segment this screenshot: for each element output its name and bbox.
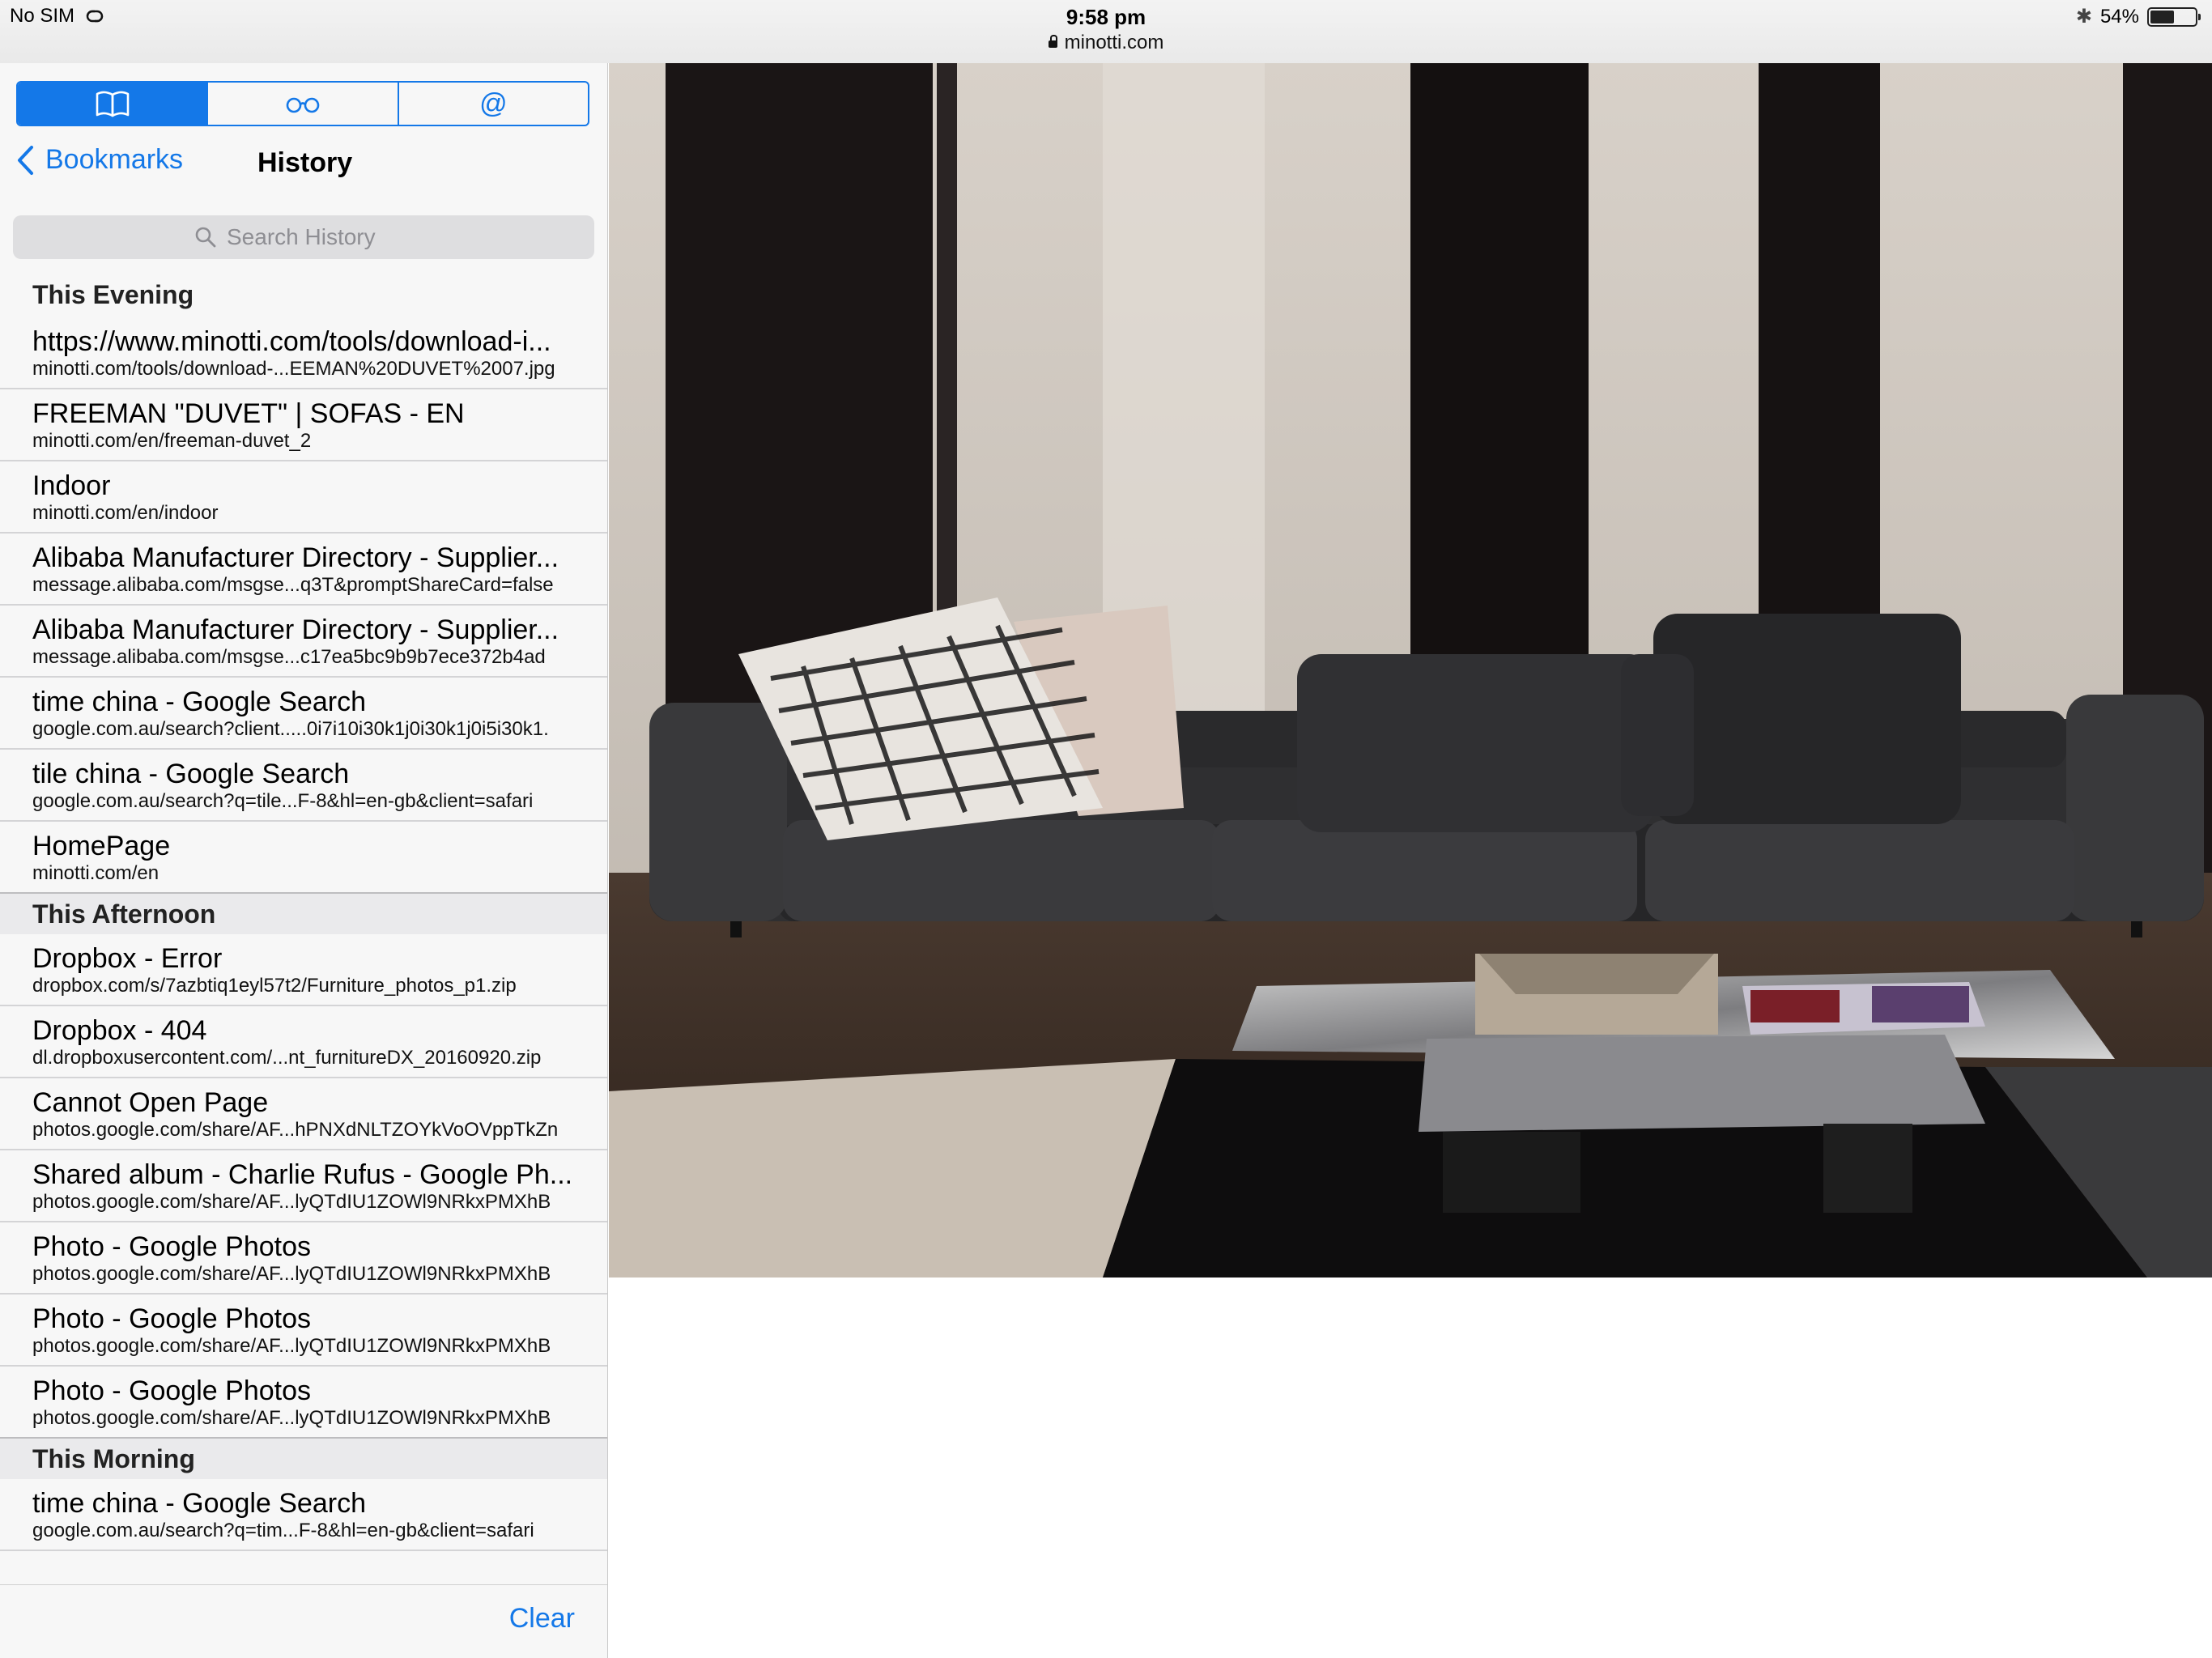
history-item-title: HomePage	[32, 830, 171, 861]
chevron-left-icon	[18, 145, 33, 175]
tab-bookmarks[interactable]	[18, 83, 209, 125]
status-bar: No SIM 9:58 pm minotti.com ✱ 54%	[0, 0, 2212, 63]
address-url[interactable]: minotti.com	[0, 31, 2212, 55]
status-center[interactable]: 9:58 pm minotti.com	[0, 3, 2212, 55]
history-item-url: google.com.au/search?client.....0i7i10i3…	[32, 717, 549, 740]
history-item-url: photos.google.com/share/AF...lyQTdIU1ZOW…	[32, 1190, 551, 1213]
history-item[interactable]: Dropbox - 404 dl.dropboxusercontent.com/.…	[0, 1006, 607, 1078]
history-item-url: minotti.com/en	[32, 861, 160, 884]
url-text: minotti.com	[1064, 32, 1164, 53]
history-item-title: Photo - Google Photos	[32, 1231, 312, 1262]
search-icon	[195, 227, 216, 248]
clear-history-button[interactable]: Clear	[509, 1603, 575, 1635]
tab-shared-links[interactable]: @	[399, 83, 588, 125]
section-header-this-afternoon: This Afternoon	[0, 894, 607, 934]
history-item[interactable]: Dropbox - Error dropbox.com/s/7azbtiq1eyl…	[0, 934, 607, 1006]
history-item[interactable]: Alibaba Manufacturer Directory - Supplie…	[0, 534, 607, 606]
section-header-this-morning: This Morning	[0, 1439, 607, 1479]
history-item[interactable]: Shared album - Charlie Rufus - Google Ph…	[0, 1150, 607, 1222]
clock: 9:58 pm	[1066, 5, 1146, 29]
lock-icon	[1048, 35, 1057, 48]
history-item[interactable]: Alibaba Manufacturer Directory - Supplie…	[0, 606, 607, 678]
battery-icon	[2147, 6, 2201, 27]
history-item[interactable]: time china - Google Search google.com.au/…	[0, 1479, 607, 1551]
history-item-url: photos.google.com/share/AF...hPNXdNLTZOY…	[32, 1118, 559, 1141]
history-item-title: https://www.minotti.com/tools/download-i…	[32, 325, 551, 357]
history-item[interactable]: Photo - Google Photos photos.google.com/s…	[0, 1295, 607, 1367]
battery-percent: 54%	[2099, 5, 2139, 28]
history-item-title: Indoor	[32, 470, 111, 501]
history-item-url: dropbox.com/s/7azbtiq1eyl57t2/Furniture_…	[32, 974, 517, 997]
history-item-title: Photo - Google Photos	[32, 1303, 312, 1334]
sidebar-title: History	[257, 147, 353, 178]
search-history-field[interactable]	[13, 215, 594, 259]
history-item-url: photos.google.com/share/AF...lyQTdIU1ZOW…	[32, 1406, 551, 1429]
history-item[interactable]: HomePage minotti.com/en	[0, 822, 607, 894]
glasses-icon	[286, 97, 320, 113]
history-item-title: Dropbox - 404	[32, 1014, 207, 1046]
history-item-url: photos.google.com/share/AF...lyQTdIU1ZOW…	[32, 1334, 551, 1357]
sidebar-nav-bar: Bookmarks History	[0, 134, 607, 191]
history-item[interactable]: Cannot Open Page photos.google.com/share/…	[0, 1078, 607, 1150]
history-item-url: minotti.com/en/indoor	[32, 501, 219, 524]
history-item-url: google.com.au/search?q=tile...F-8&hl=en-…	[32, 789, 534, 812]
history-item-title: Shared album - Charlie Rufus - Google Ph…	[32, 1158, 573, 1190]
history-item-url: message.alibaba.com/msgse...c17ea5bc9b9b…	[32, 645, 546, 668]
history-item-url: minotti.com/tools/download-...EEMAN%20DU…	[32, 357, 555, 380]
bluetooth-icon: ✱	[2075, 6, 2092, 28]
book-icon	[96, 91, 129, 117]
history-item[interactable]: https://www.minotti.com/tools/download-i…	[0, 317, 607, 389]
sidebar-toolbar: Clear	[0, 1584, 607, 1658]
history-item-title: Cannot Open Page	[32, 1086, 269, 1118]
history-item-title: time china - Google Search	[32, 686, 366, 717]
history-item-title: tile china - Google Search	[32, 758, 350, 789]
history-item-url: message.alibaba.com/msgse...q3T&promptSh…	[32, 573, 554, 596]
status-right: ✱ 54%	[2075, 5, 2201, 28]
back-to-bookmarks-button[interactable]: Bookmarks	[16, 144, 183, 176]
sofa-photo-illustration	[609, 63, 2212, 1278]
history-item[interactable]: time china - Google Search google.com.au/…	[0, 678, 607, 750]
history-item-url: google.com.au/search?q=tim...F-8&hl=en-g…	[32, 1519, 534, 1541]
tab-reading-list[interactable]	[208, 83, 399, 125]
history-item[interactable]: Photo - Google Photos photos.google.com/s…	[0, 1222, 607, 1295]
history-item-title: Photo - Google Photos	[32, 1375, 312, 1406]
history-item[interactable]: Indoor minotti.com/en/indoor	[0, 461, 607, 534]
history-item-url: photos.google.com/share/AF...lyQTdIU1ZOW…	[32, 1262, 551, 1285]
history-item-url: dl.dropboxusercontent.com/...nt_furnitur…	[32, 1046, 542, 1069]
history-sidebar: @ Bookmarks History This Evening https:/…	[0, 63, 608, 1658]
history-item-title: time china - Google Search	[32, 1487, 366, 1519]
history-item[interactable]: FREEMAN "DUVET" | SOFAS - EN minotti.com/…	[0, 389, 607, 461]
history-item[interactable]: tile china - Google Search google.com.au/…	[0, 750, 607, 822]
history-item-title: Dropbox - Error	[32, 942, 223, 974]
history-list: This Evening https://www.minotti.com/too…	[0, 272, 607, 1551]
section-header-this-evening: This Evening	[32, 279, 194, 309]
history-item-title: FREEMAN "DUVET" | SOFAS - EN	[32, 397, 465, 429]
history-item-url: minotti.com/en/freeman-duvet_2	[32, 429, 312, 452]
history-item-title: Alibaba Manufacturer Directory - Supplie…	[32, 614, 559, 645]
search-input[interactable]	[227, 224, 413, 250]
history-item[interactable]: Photo - Google Photos photos.google.com/s…	[0, 1367, 607, 1439]
history-item-title: Alibaba Manufacturer Directory - Supplie…	[32, 542, 559, 573]
at-icon: @	[479, 88, 508, 119]
sidebar-segmented-control: @	[16, 81, 589, 126]
back-label: Bookmarks	[45, 144, 184, 175]
sofa-photo[interactable]	[609, 63, 2212, 1278]
battery-level	[2150, 10, 2175, 23]
